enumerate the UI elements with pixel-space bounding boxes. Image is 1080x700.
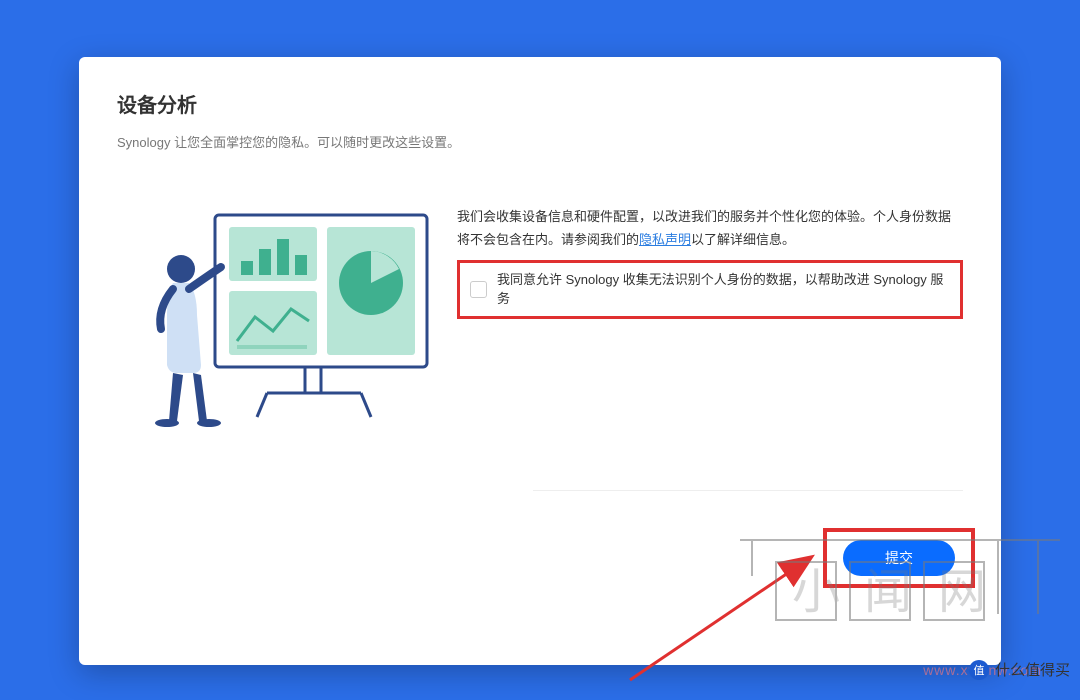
- smzdm-label: 什么值得买: [995, 659, 1070, 680]
- smzdm-badge-group: 值 什么值得买: [969, 659, 1070, 680]
- description-column: 我们会收集设备信息和硬件配置，以改进我们的服务并个性化您的体验。个人身份数据将不…: [457, 197, 963, 437]
- dialog-card: 设备分析 Synology 让您全面掌控您的隐私。可以随时更改这些设置。: [79, 57, 1001, 665]
- consent-checkbox[interactable]: [470, 281, 487, 298]
- page-title: 设备分析: [117, 89, 963, 118]
- smzdm-logo-icon: 值: [969, 660, 989, 680]
- description-text: 我们会收集设备信息和硬件配置，以改进我们的服务并个性化您的体验。个人身份数据将不…: [457, 205, 963, 252]
- submit-highlight: 提交: [823, 528, 975, 588]
- consent-row-highlight: 我同意允许 Synology 收集无法识别个人身份的数据，以帮助改进 Synol…: [457, 260, 963, 319]
- privacy-link[interactable]: 隐私声明: [639, 232, 691, 247]
- analytics-illustration: [117, 197, 457, 437]
- divider: [533, 490, 963, 491]
- desc-part-b: 以了解详细信息。: [691, 232, 795, 247]
- consent-label: 我同意允许 Synology 收集无法识别个人身份的数据，以帮助改进 Synol…: [497, 270, 950, 309]
- submit-button[interactable]: 提交: [843, 540, 955, 576]
- page-subtitle: Synology 让您全面掌控您的隐私。可以随时更改这些设置。: [117, 132, 963, 151]
- content-row: 我们会收集设备信息和硬件配置，以改进我们的服务并个性化您的体验。个人身份数据将不…: [117, 197, 963, 437]
